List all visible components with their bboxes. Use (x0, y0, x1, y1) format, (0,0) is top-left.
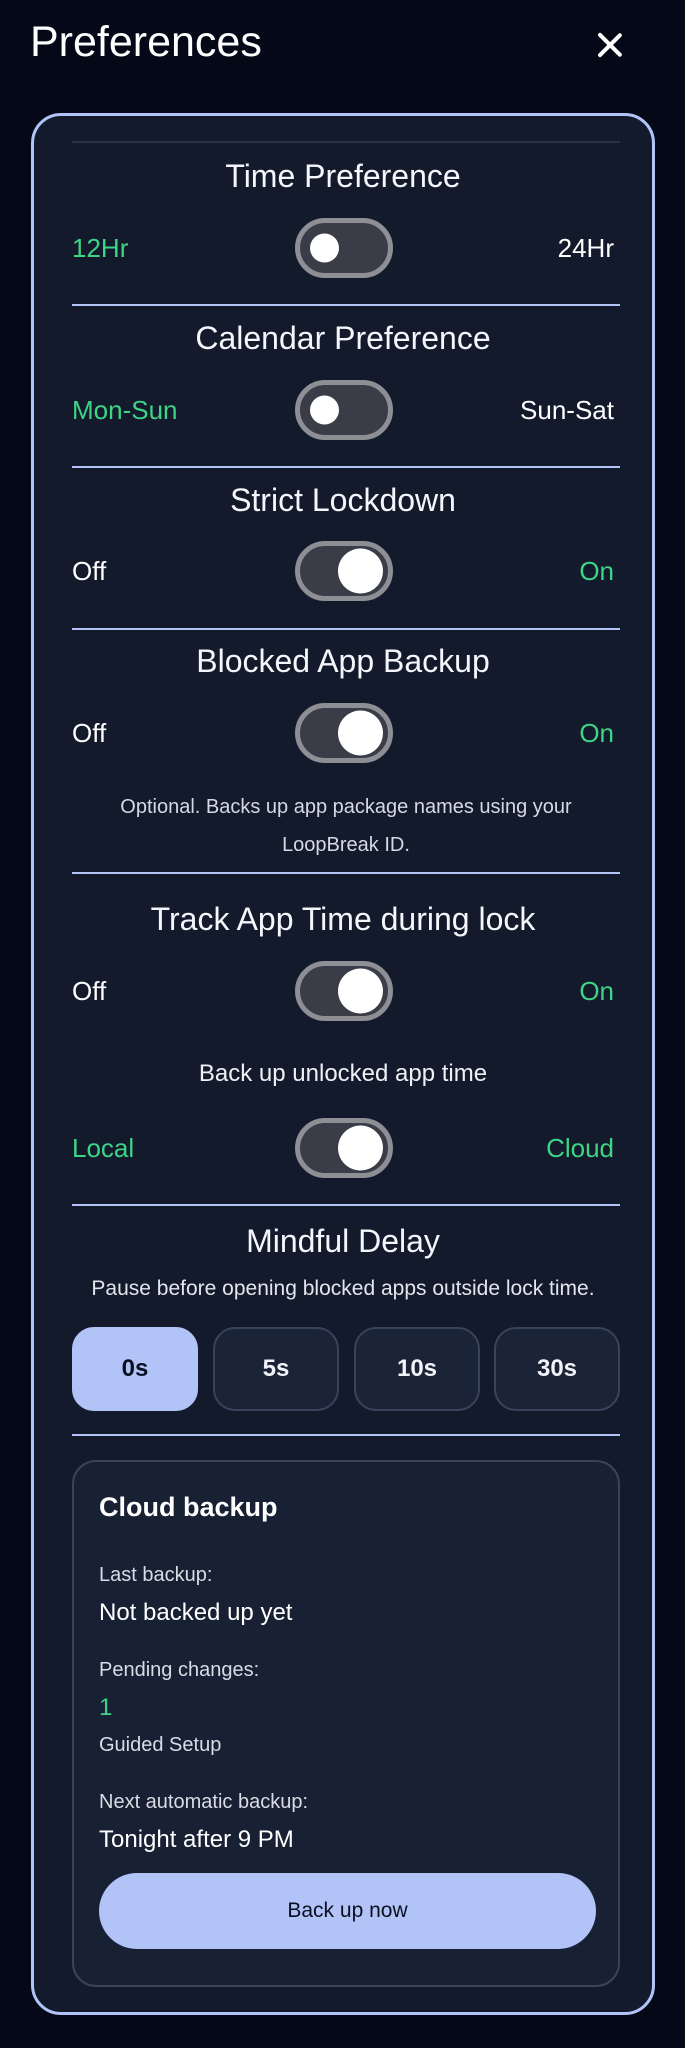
blocked-app-backup-toggle[interactable] (295, 703, 393, 763)
page-title: Preferences (30, 18, 262, 66)
section-divider (72, 1204, 620, 1206)
delay-option-30s[interactable]: 30s (494, 1327, 620, 1411)
cloud-backup-title: Cloud backup (99, 1492, 278, 1522)
calendar-preference-title: Calendar Preference (195, 320, 491, 356)
pending-changes-label: Pending changes: (99, 1659, 260, 1681)
time-24hr-label: 24Hr (557, 233, 614, 263)
blocked-app-backup-note-2: LoopBreak ID. (282, 834, 410, 856)
delay-option-0s[interactable]: 0s (72, 1327, 198, 1411)
track-app-time-title: Track App Time during lock (150, 901, 536, 937)
strict-lockdown-toggle[interactable] (295, 541, 393, 601)
toggle-knob (338, 548, 383, 594)
blocked-app-backup-note: Optional. Backs up app package names usi… (120, 796, 572, 818)
last-backup-label: Last backup: (99, 1564, 213, 1586)
calendar-sun-sat-label: Sun-Sat (520, 395, 614, 425)
track-app-time-toggle[interactable] (295, 961, 393, 1021)
pending-changes-count: 1 (99, 1694, 113, 1721)
section-divider (72, 1434, 620, 1436)
backup-cloud-label: Cloud (546, 1133, 614, 1163)
header: Preferences (0, 0, 685, 95)
toggle-knob (310, 233, 339, 263)
blocked-app-backup-title: Blocked App Backup (196, 643, 490, 679)
backup-unlocked-app-time-label: Back up unlocked app time (198, 1060, 488, 1087)
section-divider (72, 466, 620, 468)
blocked-app-backup-off-label: Off (72, 718, 107, 748)
section-divider (72, 628, 620, 630)
time-12hr-label: 12Hr (72, 233, 129, 263)
calendar-preference-toggle[interactable] (295, 380, 393, 440)
pending-change-item: Guided Setup (99, 1734, 222, 1756)
section-divider (72, 872, 620, 874)
time-preference-title: Time Preference (225, 158, 461, 194)
track-app-time-on-label: On (579, 976, 614, 1006)
delay-option-5s[interactable]: 5s (213, 1327, 339, 1411)
top-divider (72, 141, 620, 143)
delay-option-10s[interactable]: 10s (354, 1327, 480, 1411)
toggle-knob (338, 710, 383, 756)
back-up-now-button[interactable]: Back up now (99, 1873, 596, 1949)
backup-location-toggle[interactable] (295, 1118, 393, 1178)
toggle-knob (310, 395, 339, 425)
toggle-knob (338, 968, 383, 1014)
mindful-delay-title: Mindful Delay (246, 1223, 440, 1259)
cloud-backup-card: Cloud backup Last backup: Not backed up … (72, 1460, 620, 1987)
mindful-delay-options: 0s 5s 10s 30s (72, 1327, 620, 1411)
next-backup-value: Tonight after 9 PM (99, 1826, 294, 1853)
mindful-delay-description: Pause before opening blocked apps outsid… (91, 1277, 595, 1300)
strict-lockdown-on-label: On (579, 556, 614, 586)
strict-lockdown-off-label: Off (72, 556, 107, 586)
blocked-app-backup-on-label: On (579, 718, 614, 748)
next-backup-label: Next automatic backup: (99, 1791, 308, 1813)
close-icon[interactable] (585, 20, 635, 70)
preferences-panel: Time Preference 12Hr 24Hr Calendar Prefe… (31, 113, 655, 2015)
last-backup-value: Not backed up yet (99, 1599, 293, 1626)
calendar-mon-sun-label: Mon-Sun (72, 395, 178, 425)
backup-local-label: Local (72, 1133, 135, 1163)
time-preference-toggle[interactable] (295, 218, 393, 278)
section-divider (72, 304, 620, 306)
strict-lockdown-title: Strict Lockdown (230, 482, 456, 518)
toggle-knob (338, 1125, 383, 1171)
track-app-time-off-label: Off (72, 976, 107, 1006)
